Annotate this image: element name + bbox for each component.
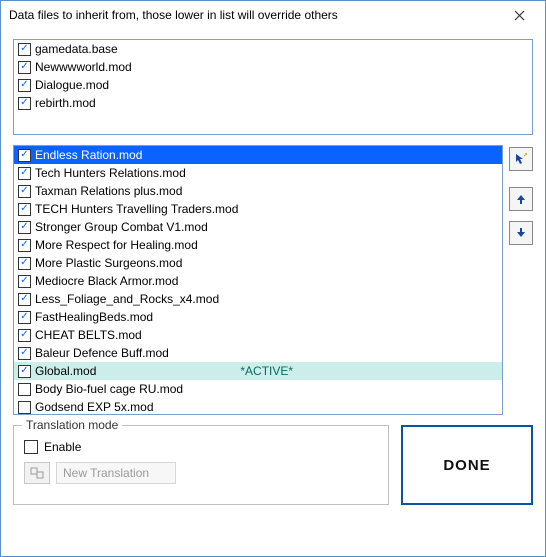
checkbox[interactable]: ✓ xyxy=(18,257,31,270)
item-label: Dialogue.mod xyxy=(35,78,109,92)
mod-item[interactable]: Godsend EXP 5x.mod xyxy=(14,398,502,415)
item-label: CHEAT BELTS.mod xyxy=(35,328,142,342)
translate-icon xyxy=(30,467,44,479)
translation-legend: Translation mode xyxy=(22,418,122,432)
checkbox[interactable]: ✓ xyxy=(18,185,31,198)
item-label: Stronger Group Combat V1.mod xyxy=(35,220,208,234)
mod-item[interactable]: ✓ Less_Foliage_and_Rocks_x4.mod xyxy=(14,290,502,308)
checkbox[interactable]: ✓ xyxy=(18,275,31,288)
item-label: Less_Foliage_and_Rocks_x4.mod xyxy=(35,292,219,306)
window-title: Data files to inherit from, those lower … xyxy=(9,8,499,22)
checkbox[interactable]: ✓ xyxy=(18,43,31,56)
enable-label: Enable xyxy=(44,440,81,454)
checkbox[interactable]: ✓ xyxy=(18,329,31,342)
enable-checkbox[interactable] xyxy=(24,440,38,454)
move-up-button[interactable] xyxy=(509,187,533,211)
base-files-list[interactable]: ✓ gamedata.base ✓ Newwwworld.mod ✓ Dialogue.m… xyxy=(13,39,533,135)
item-label: Newwwworld.mod xyxy=(35,60,132,74)
item-label: Tech Hunters Relations.mod xyxy=(35,166,186,180)
item-label: Godsend EXP 5x.mod xyxy=(35,400,154,414)
item-label: Endless Ration.mod xyxy=(35,148,142,162)
item-label: More Plastic Surgeons.mod xyxy=(35,256,182,270)
checkbox[interactable]: ✓ xyxy=(18,167,31,180)
close-icon xyxy=(514,10,525,21)
base-item[interactable]: ✓ gamedata.base xyxy=(14,40,532,58)
checkbox[interactable]: ✓ xyxy=(18,293,31,306)
checkbox[interactable]: ✓ xyxy=(18,311,31,324)
base-item[interactable]: ✓ Dialogue.mod xyxy=(14,76,532,94)
mod-item[interactable]: ✓ More Respect for Healing.mod xyxy=(14,236,502,254)
checkbox[interactable]: ✓ xyxy=(18,347,31,360)
dialog-window: Data files to inherit from, those lower … xyxy=(0,0,546,557)
item-label: Global.mod xyxy=(35,364,96,378)
item-label: Taxman Relations plus.mod xyxy=(35,184,182,198)
mod-item[interactable]: ✓ More Plastic Surgeons.mod xyxy=(14,254,502,272)
main-row: ✓ Endless Ration.mod ✓ Tech Hunters Relatio… xyxy=(13,145,533,415)
item-label: Baleur Defence Buff.mod xyxy=(35,346,169,360)
bottom-row: Translation mode Enable New Translation … xyxy=(13,425,533,505)
add-file-button[interactable] xyxy=(509,147,533,171)
base-item[interactable]: ✓ Newwwworld.mod xyxy=(14,58,532,76)
list-side-buttons xyxy=(509,145,533,245)
mod-item[interactable]: ✓ Global.mod *ACTIVE* xyxy=(14,362,502,380)
mod-item[interactable]: ✓ TECH Hunters Travelling Traders.mod xyxy=(14,200,502,218)
mod-item[interactable]: ✓ Baleur Defence Buff.mod xyxy=(14,344,502,362)
active-indicator: *ACTIVE* xyxy=(240,364,293,378)
checkbox[interactable]: ✓ xyxy=(18,97,31,110)
item-label: FastHealingBeds.mod xyxy=(35,310,153,324)
mod-item[interactable]: Body Bio-fuel cage RU.mod xyxy=(14,380,502,398)
checkbox[interactable]: ✓ xyxy=(18,61,31,74)
content-area: ✓ gamedata.base ✓ Newwwworld.mod ✓ Dialogue.m… xyxy=(1,29,545,556)
checkbox[interactable]: ✓ xyxy=(18,221,31,234)
mod-item[interactable]: ✓ Tech Hunters Relations.mod xyxy=(14,164,502,182)
item-label: More Respect for Healing.mod xyxy=(35,238,198,252)
arrow-up-icon xyxy=(515,193,527,205)
new-translation-button xyxy=(24,462,50,484)
done-button[interactable]: DONE xyxy=(401,425,533,505)
item-label: rebirth.mod xyxy=(35,96,96,110)
item-label: TECH Hunters Travelling Traders.mod xyxy=(35,202,238,216)
translation-mode-group: Translation mode Enable New Translation xyxy=(13,425,389,505)
item-label: Mediocre Black Armor.mod xyxy=(35,274,178,288)
mod-item[interactable]: ✓ Taxman Relations plus.mod xyxy=(14,182,502,200)
new-translation-row: New Translation xyxy=(24,462,378,484)
item-label: gamedata.base xyxy=(35,42,118,56)
titlebar: Data files to inherit from, those lower … xyxy=(1,1,545,29)
checkbox[interactable]: ✓ xyxy=(18,203,31,216)
mod-item[interactable]: ✓ CHEAT BELTS.mod xyxy=(14,326,502,344)
checkbox[interactable]: ✓ xyxy=(18,79,31,92)
checkbox[interactable]: ✓ xyxy=(18,149,31,162)
base-item[interactable]: ✓ rebirth.mod xyxy=(14,94,532,112)
item-label: Body Bio-fuel cage RU.mod xyxy=(35,382,183,396)
enable-row[interactable]: Enable xyxy=(24,440,378,454)
mod-files-list[interactable]: ✓ Endless Ration.mod ✓ Tech Hunters Relatio… xyxy=(13,145,503,415)
checkbox[interactable] xyxy=(18,401,31,414)
arrow-down-icon xyxy=(515,227,527,239)
checkbox[interactable]: ✓ xyxy=(18,365,31,378)
mod-item[interactable]: ✓ Endless Ration.mod xyxy=(14,146,502,164)
move-down-button[interactable] xyxy=(509,221,533,245)
done-label: DONE xyxy=(443,457,490,474)
mod-item[interactable]: ✓ FastHealingBeds.mod xyxy=(14,308,502,326)
star-cursor-icon xyxy=(514,152,528,166)
checkbox[interactable] xyxy=(18,383,31,396)
new-translation-field: New Translation xyxy=(56,462,176,484)
close-button[interactable] xyxy=(499,3,539,27)
checkbox[interactable]: ✓ xyxy=(18,239,31,252)
mod-item[interactable]: ✓ Stronger Group Combat V1.mod xyxy=(14,218,502,236)
mod-item[interactable]: ✓ Mediocre Black Armor.mod xyxy=(14,272,502,290)
